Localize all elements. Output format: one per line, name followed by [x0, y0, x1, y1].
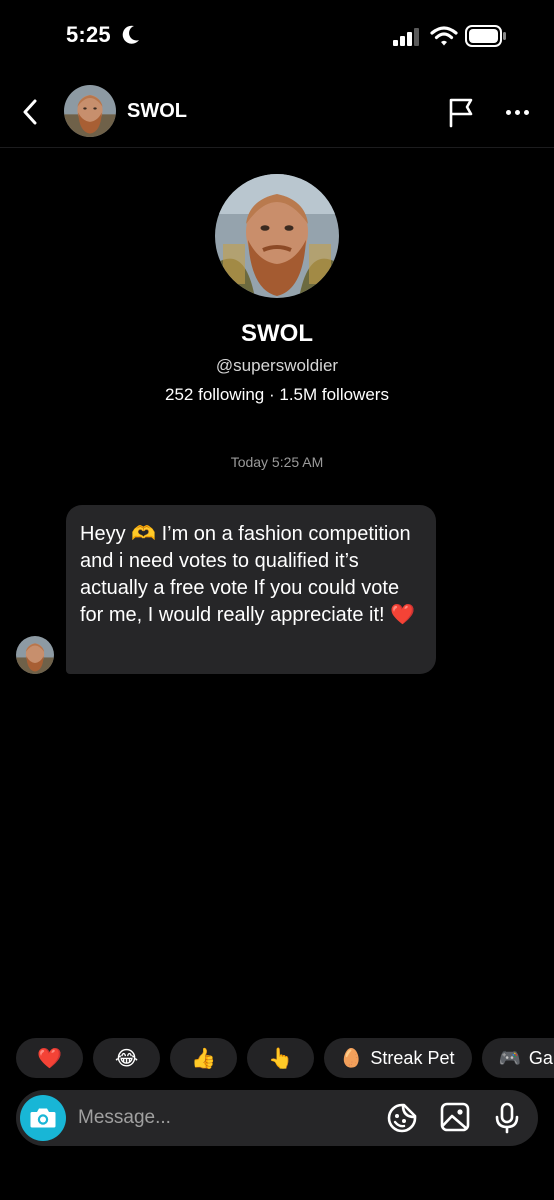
sticker-icon[interactable]	[386, 1102, 418, 1134]
dot-icon	[505, 109, 511, 115]
reaction-thumbs-up-button[interactable]: 👍	[170, 1038, 237, 1078]
message-input[interactable]	[78, 1090, 368, 1146]
profile-stats: 252 following · 1.5M followers	[165, 385, 389, 404]
more-options-button[interactable]	[502, 100, 532, 124]
message-timestamp: Today 5:25 AM	[230, 454, 324, 470]
header-avatar[interactable]	[64, 85, 116, 137]
avatar-photo	[64, 85, 116, 137]
reaction-laughing-button[interactable]: 😂	[93, 1038, 160, 1078]
status-bar: 5:25	[0, 0, 554, 76]
microphone-icon[interactable]	[492, 1102, 522, 1134]
pointing-up-emoji: 👆	[268, 1047, 293, 1070]
heart-emoji: ❤️	[37, 1047, 62, 1070]
thumbs-up-emoji: 👍	[191, 1047, 216, 1070]
message-bubble[interactable]: Heyy 🫶 I’m on a fashion competition and …	[66, 505, 436, 674]
egg-emoji: 🥚	[340, 1047, 363, 1068]
signal-icon	[393, 28, 419, 46]
dot-icon	[523, 109, 529, 115]
heart-hands-emoji: 🫶	[131, 523, 157, 545]
profile-handle: @superswoldier	[215, 356, 339, 375]
profile-avatar[interactable]	[215, 174, 339, 298]
games-label: Gar	[528, 1047, 554, 1068]
message-text: Heyy 🫶 I’m on a fashion competition and …	[80, 521, 422, 629]
streak-pet-label: Streak Pet	[370, 1047, 455, 1068]
quick-reactions-row: ❤️ 😂 👍 👆 🥚 Streak Pet 🎮 Gar	[16, 1038, 554, 1078]
back-button[interactable]	[18, 98, 42, 126]
avatar-photo	[215, 174, 339, 298]
avatar-photo	[16, 636, 54, 674]
reaction-heart-button[interactable]: ❤️	[16, 1038, 83, 1078]
dot-icon	[514, 109, 520, 115]
reaction-pointing-up-button[interactable]: 👆	[247, 1038, 314, 1078]
streak-pet-button[interactable]: 🥚 Streak Pet	[324, 1038, 473, 1078]
status-time: 5:25	[66, 22, 111, 47]
game-controller-emoji: 🎮	[498, 1047, 521, 1068]
moon-icon	[122, 25, 139, 44]
chat-header: SWOL	[0, 76, 554, 148]
message-text-part: Heyy	[80, 523, 132, 545]
flag-icon[interactable]	[445, 96, 477, 128]
profile-name: SWOL	[241, 320, 313, 347]
image-icon[interactable]	[440, 1102, 470, 1132]
games-button[interactable]: 🎮 Gar	[482, 1038, 554, 1078]
battery-icon	[465, 25, 506, 47]
sender-avatar[interactable]	[16, 636, 54, 674]
camera-icon	[30, 1108, 56, 1128]
message-composer	[16, 1090, 538, 1146]
red-heart-emoji: ❤️	[390, 604, 416, 626]
wifi-icon	[430, 26, 458, 46]
laughing-emoji: 😂	[114, 1047, 139, 1070]
camera-button[interactable]	[20, 1095, 66, 1141]
chevron-left-icon	[23, 99, 37, 125]
header-name[interactable]: SWOL	[127, 100, 187, 123]
